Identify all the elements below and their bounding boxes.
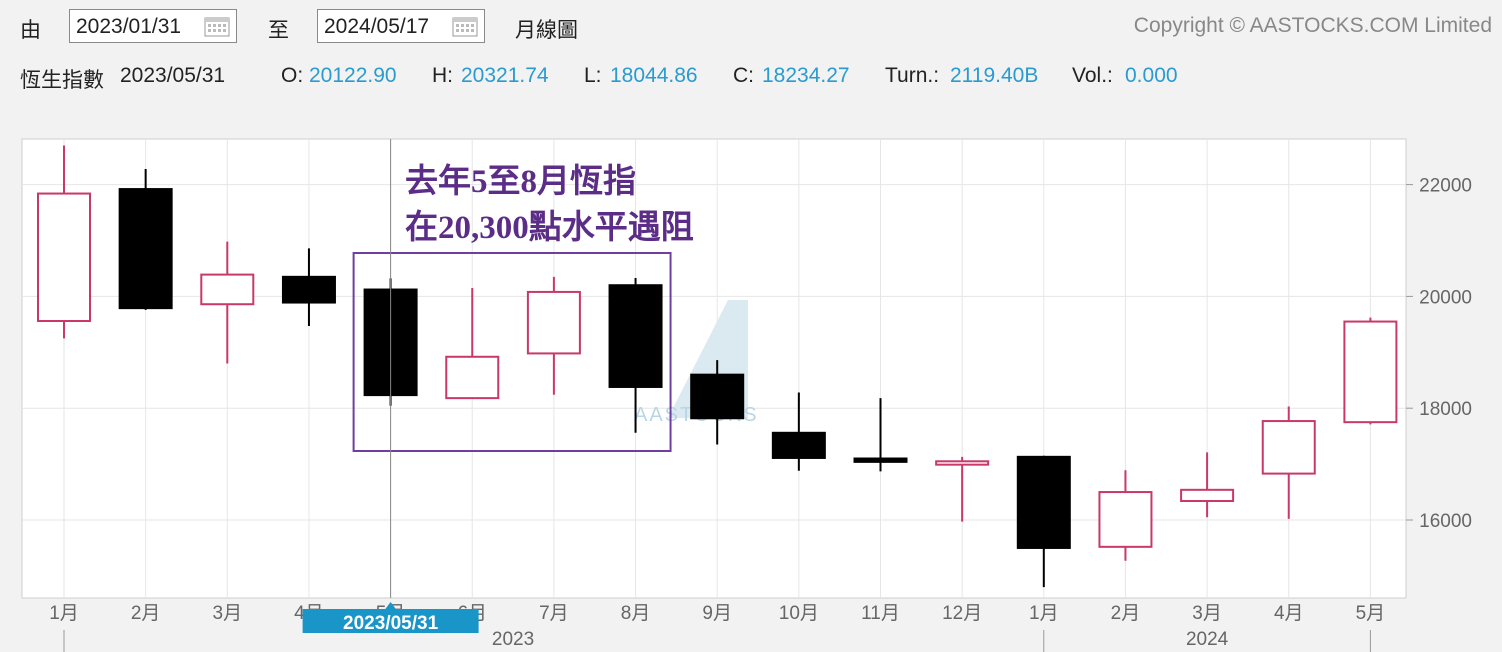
annotation-line-1: 去年5至8月恆指 (405, 163, 636, 200)
x-tick-label: 2月 (131, 603, 161, 624)
year-axis-labels: 2023 2024 (63, 629, 1371, 652)
candle-body (1343, 320, 1398, 424)
candle-body (526, 290, 581, 355)
y-axis-labels: 16000 18000 20000 22000 (1406, 176, 1472, 532)
candle-body (37, 192, 91, 322)
candle[interactable] (118, 168, 173, 310)
x-tick-label: 3月 (213, 603, 243, 624)
y-tick-label: 16000 (1419, 511, 1472, 532)
year-label: 2023 (492, 629, 534, 650)
candle-body (200, 273, 255, 306)
candle-body (1261, 420, 1316, 475)
y-tick-label: 22000 (1419, 176, 1472, 197)
candle-body (608, 284, 663, 388)
cursor-date-tag: 2023/05/31 (302, 602, 479, 634)
x-tick-label: 5月 (1356, 603, 1386, 624)
year-label: 2024 (1186, 629, 1229, 650)
candle-body (445, 355, 500, 400)
x-tick-label: 2月 (1111, 603, 1141, 624)
annotation-line-2: 在20,300點水平遇阻 (405, 209, 694, 246)
candle-body (281, 275, 336, 304)
candle-body (118, 188, 173, 310)
x-tick-label: 3月 (1192, 603, 1222, 624)
x-axis-labels: 1月2月3月4月5月6月7月8月9月10月11月12月1月2月3月4月5月 (49, 603, 1385, 624)
x-tick-label: 1月 (49, 603, 79, 624)
candle-body (853, 457, 908, 463)
candle-body (1180, 488, 1235, 502)
x-tick-label: 11月 (861, 603, 900, 624)
candle-body (1016, 455, 1071, 549)
x-tick-label: 7月 (539, 603, 569, 624)
candle-body (690, 373, 745, 420)
candle[interactable] (1343, 317, 1398, 425)
x-tick-label: 9月 (702, 603, 732, 624)
x-tick-label: 10月 (779, 603, 819, 624)
y-tick-label: 18000 (1419, 399, 1472, 420)
x-tick-label: 8月 (621, 603, 651, 624)
candle-body (935, 460, 990, 466)
candle-body (1098, 491, 1153, 548)
x-tick-label: 1月 (1029, 603, 1059, 624)
candlestick-chart[interactable]: AASTOCKS 去年5至8月恆指 在20,300點水平遇阻 160001800… (0, 0, 1502, 652)
x-tick-label: 4月 (1274, 603, 1304, 624)
y-tick-label: 20000 (1419, 287, 1472, 308)
cursor-tag-label: 2023/05/31 (343, 613, 439, 634)
candle-body (771, 431, 826, 459)
x-tick-label: 12月 (942, 603, 982, 624)
